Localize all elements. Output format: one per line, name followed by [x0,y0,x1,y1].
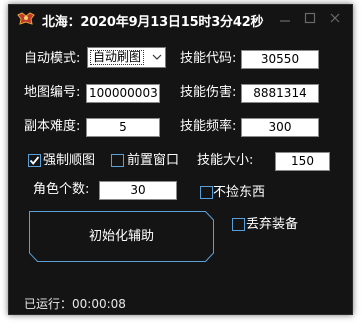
force-map-label[interactable]: 强制顺图 [43,153,95,169]
running-label: 已运行： [24,297,73,311]
discard-equipment-checkbox[interactable] [232,218,245,231]
skill-code-field[interactable]: 30550 [241,50,319,69]
mode-label: 自动模式: [24,51,81,66]
app-window: 北海：2020年9月13日15时3分42秒 自动模式: 自动刷图 技能代码: 3… [8,4,353,315]
skill-damage-field[interactable]: 8881314 [241,84,319,103]
skill-damage-label: 技能伤害: [180,85,237,100]
map-id-label: 地图编号: [24,85,81,100]
maximize-icon[interactable] [302,10,318,26]
role-count-field[interactable]: 30 [99,181,177,200]
init-assist-label: 初始化辅助 [88,229,154,244]
skill-code-label: 技能代码: [180,51,237,66]
title-bar[interactable]: 北海：2020年9月13日15时3分42秒 [9,5,352,33]
checkmark-icon [29,156,40,165]
minimize-icon[interactable] [277,10,293,26]
mode-select-value: 自动刷图 [90,50,144,65]
close-icon[interactable] [327,10,343,26]
init-assist-button[interactable]: 初始化辅助 [29,211,214,262]
window-title: 北海：2020年9月13日15时3分42秒 [42,15,264,30]
skill-frequency-label: 技能频率: [180,119,237,134]
skill-size-label: 技能大小: [197,153,254,168]
discard-equipment-label[interactable]: 丢弃装备 [246,217,298,233]
skill-frequency-field[interactable]: 300 [241,118,319,137]
no-pickup-checkbox[interactable] [200,186,213,199]
running-time: 00:00:08 [72,297,126,311]
map-id-field[interactable]: 100000003 [86,84,160,103]
skill-size-field[interactable]: 150 [275,152,330,171]
no-pickup-label[interactable]: 不捡东西 [213,185,265,201]
dungeon-difficulty-field[interactable]: 5 [86,118,160,137]
front-window-label[interactable]: 前置窗口 [127,153,179,169]
force-map-checkbox[interactable] [28,154,41,167]
front-window-checkbox[interactable] [111,154,124,167]
role-count-label: 角色个数: [33,182,90,197]
dungeon-difficulty-label: 副本难度: [24,119,81,134]
game-crest-icon [17,12,35,25]
chevron-down-icon[interactable] [152,54,162,61]
mode-select[interactable]: 自动刷图 [87,47,166,68]
status-bar: 已运行：00:00:08 [24,295,126,312]
